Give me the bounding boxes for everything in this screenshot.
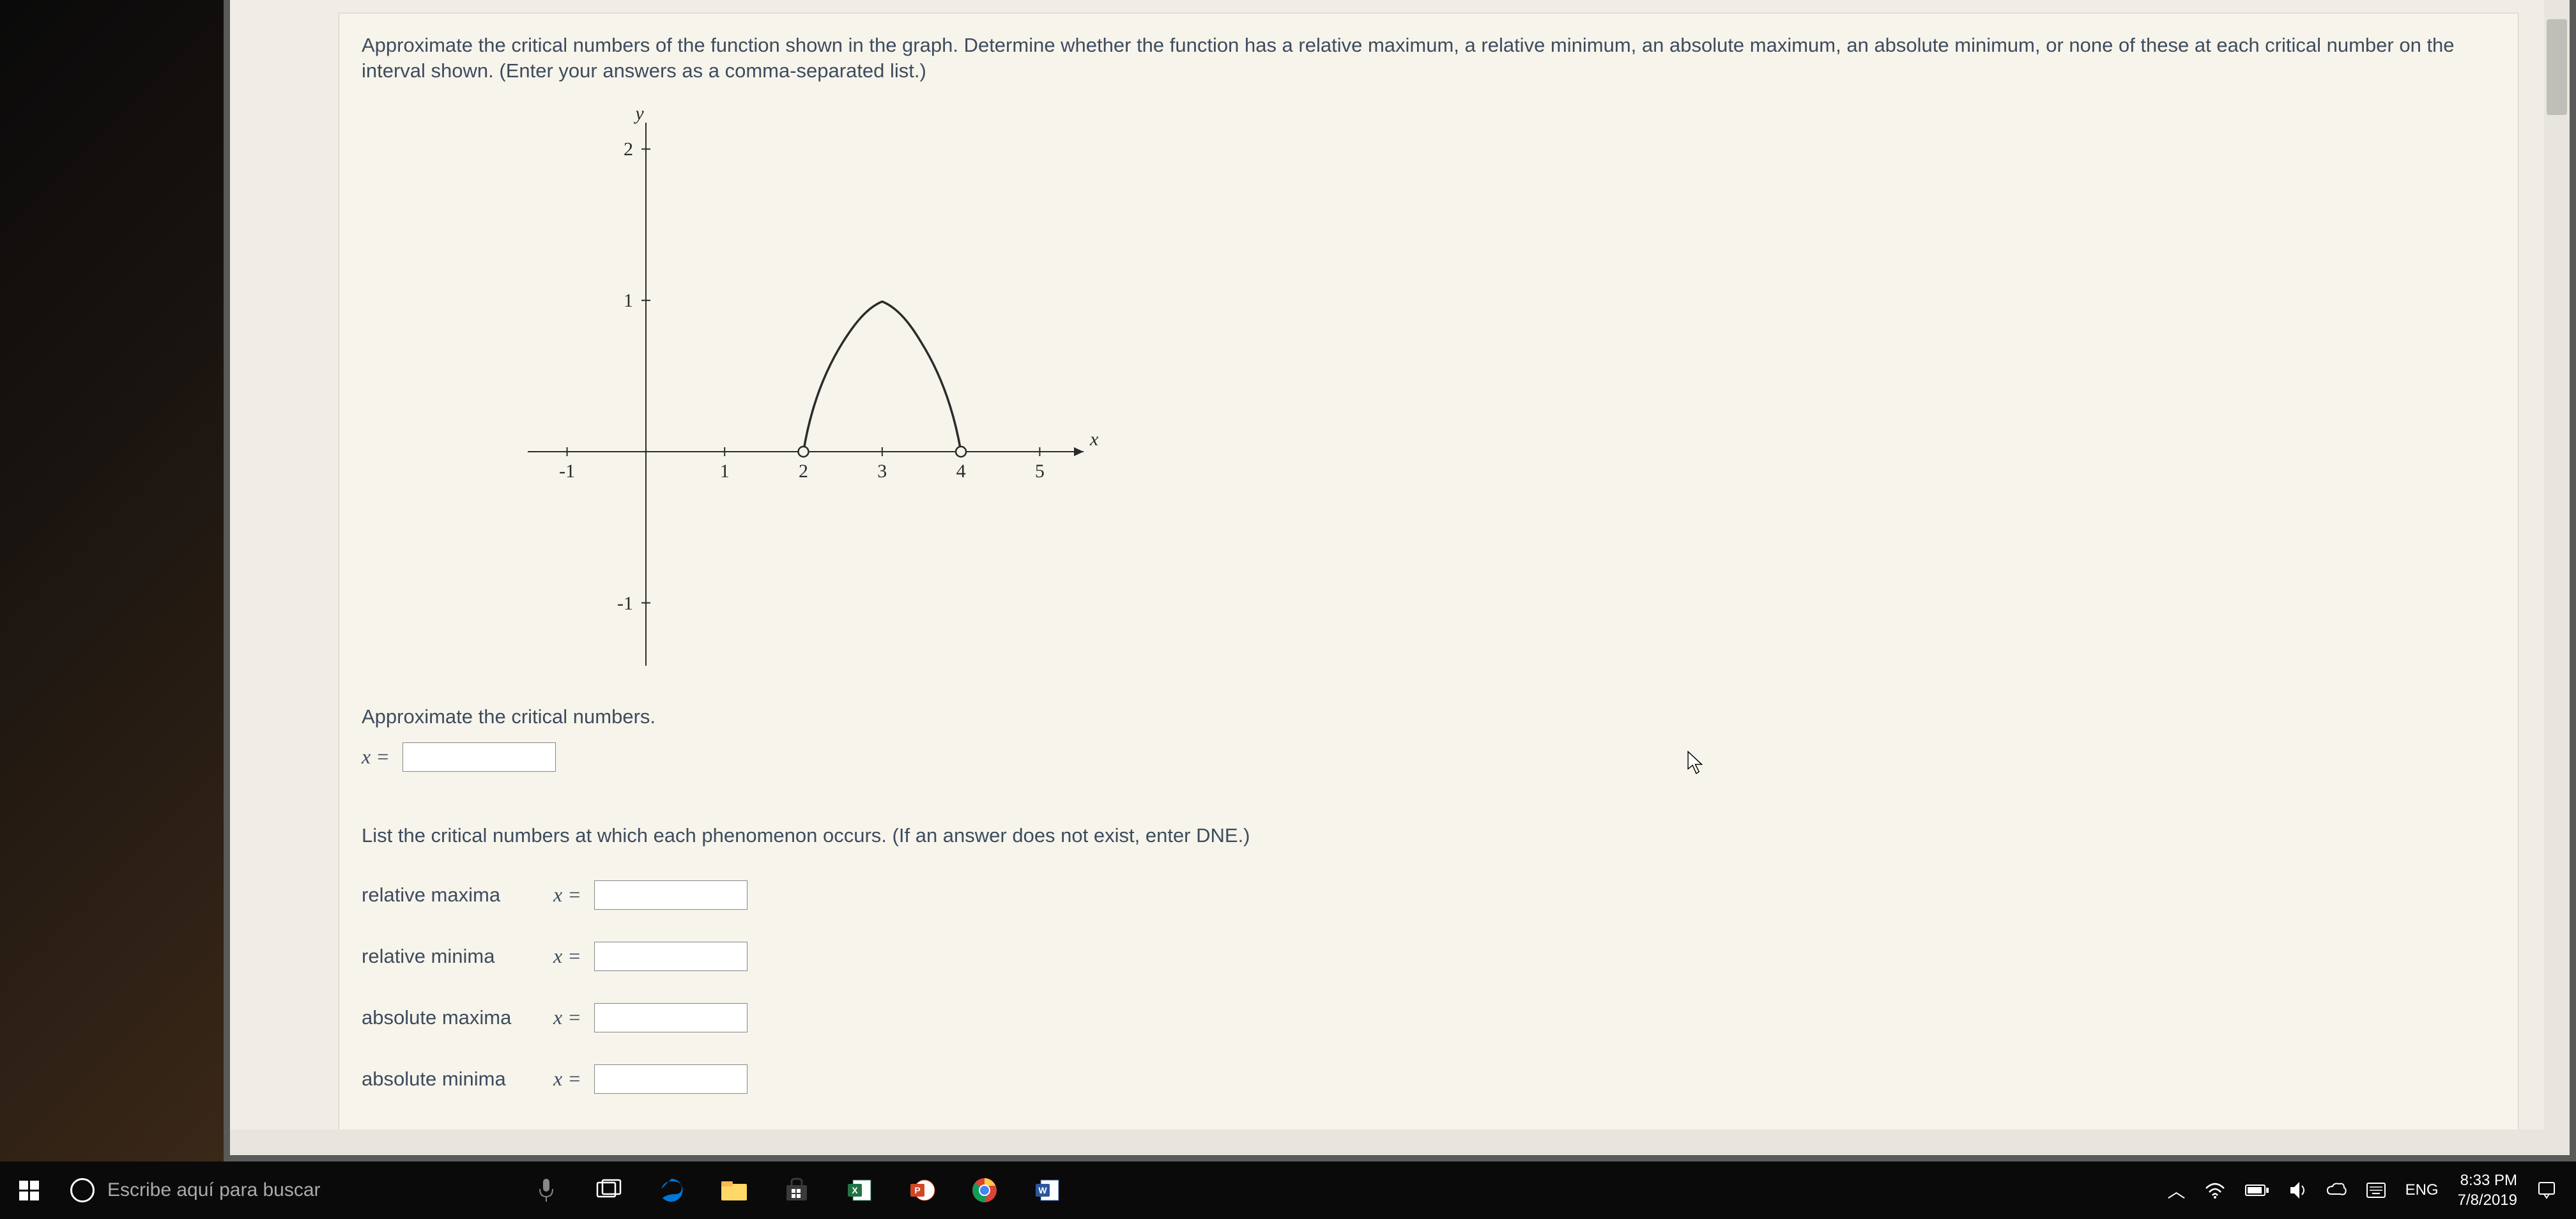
svg-text:X: X (852, 1185, 858, 1195)
excel-icon[interactable]: X (831, 1168, 888, 1213)
svg-text:2: 2 (624, 139, 633, 160)
svg-text:W: W (1038, 1185, 1047, 1195)
phenomena-prompt: List the critical numbers at which each … (362, 823, 2496, 848)
store-icon[interactable] (768, 1168, 825, 1213)
windows-icon (19, 1181, 39, 1200)
svg-text:4: 4 (956, 461, 966, 482)
start-button[interactable] (6, 1168, 51, 1213)
browser-window: Approximate the critical numbers of the … (224, 0, 2576, 1162)
critical-numbers-input[interactable] (402, 742, 556, 772)
taskbar-date: 7/8/2019 (2458, 1190, 2517, 1210)
edge-icon[interactable] (643, 1168, 700, 1213)
x-equals-label: x = (553, 943, 581, 970)
svg-text:1: 1 (720, 461, 730, 482)
svg-text:-1: -1 (559, 461, 575, 482)
x-equals-label: x = (553, 882, 581, 908)
x-equals-label: x = (362, 744, 390, 770)
wifi-icon[interactable] (2205, 1182, 2225, 1199)
volume-icon[interactable] (2289, 1181, 2307, 1200)
absolute-minima-label: absolute minima (362, 1066, 540, 1092)
file-explorer-icon[interactable] (705, 1168, 763, 1213)
language-indicator[interactable]: ENG (2405, 1181, 2439, 1199)
relative-maxima-input[interactable] (594, 880, 747, 910)
word-icon[interactable]: W (1018, 1168, 1076, 1213)
cortana-icon (70, 1178, 95, 1202)
task-view-icon[interactable] (580, 1168, 638, 1213)
keyboard-icon[interactable] (2366, 1182, 2386, 1199)
windows-taskbar: Escribe aquí para buscar X P W ︿ (0, 1162, 2576, 1219)
critical-numbers-prompt: Approximate the critical numbers. (362, 704, 2496, 730)
svg-text:1: 1 (624, 290, 633, 311)
svg-text:P: P (914, 1185, 920, 1195)
taskbar-search[interactable]: Escribe aquí para buscar (57, 1168, 505, 1213)
function-graph: x y -1 1 2 3 4 5 (528, 103, 1103, 678)
x-axis-arrow (1074, 447, 1084, 456)
x-axis-label: x (1089, 429, 1099, 450)
system-tray: ︿ ENG 8:33 PM 7/8/2019 (2168, 1170, 2570, 1210)
scrollbar-thumb[interactable] (2547, 19, 2567, 115)
y-axis-label: y (633, 103, 644, 124)
svg-text:-1: -1 (617, 593, 633, 614)
absolute-minima-input[interactable] (594, 1064, 747, 1094)
page-content: Approximate the critical numbers of the … (230, 0, 2570, 1155)
relative-minima-input[interactable] (594, 942, 747, 971)
absolute-maxima-label: absolute maxima (362, 1005, 540, 1031)
horizontal-scrollbar[interactable] (230, 1130, 2544, 1155)
search-placeholder: Escribe aquí para buscar (107, 1179, 321, 1201)
absolute-maxima-input[interactable] (594, 1003, 747, 1032)
question-text: Approximate the critical numbers of the … (362, 33, 2496, 84)
taskbar-apps: X P W (518, 1168, 1076, 1213)
powerpoint-icon[interactable]: P (893, 1168, 951, 1213)
x-equals-label: x = (553, 1004, 581, 1031)
onedrive-icon[interactable] (2326, 1180, 2347, 1200)
chrome-icon[interactable] (956, 1168, 1013, 1213)
open-endpoint-right (956, 447, 966, 457)
battery-icon[interactable] (2244, 1183, 2270, 1198)
mic-icon[interactable] (518, 1168, 575, 1213)
taskbar-clock[interactable]: 8:33 PM 7/8/2019 (2458, 1170, 2517, 1210)
relative-maxima-label: relative maxima (362, 882, 540, 908)
open-endpoint-left (799, 447, 809, 457)
taskbar-time: 8:33 PM (2458, 1170, 2517, 1190)
svg-text:2: 2 (799, 461, 808, 482)
svg-text:3: 3 (877, 461, 887, 482)
relative-minima-label: relative minima (362, 944, 540, 969)
question-panel: Approximate the critical numbers of the … (339, 13, 2518, 1146)
desktop-background-left (0, 0, 224, 1162)
vertical-scrollbar[interactable] (2544, 0, 2570, 1155)
notifications-icon[interactable] (2536, 1180, 2557, 1200)
tray-chevron-icon[interactable]: ︿ (2168, 1177, 2186, 1203)
function-curve (804, 302, 962, 452)
x-equals-label: x = (553, 1066, 581, 1092)
svg-text:5: 5 (1035, 461, 1045, 482)
